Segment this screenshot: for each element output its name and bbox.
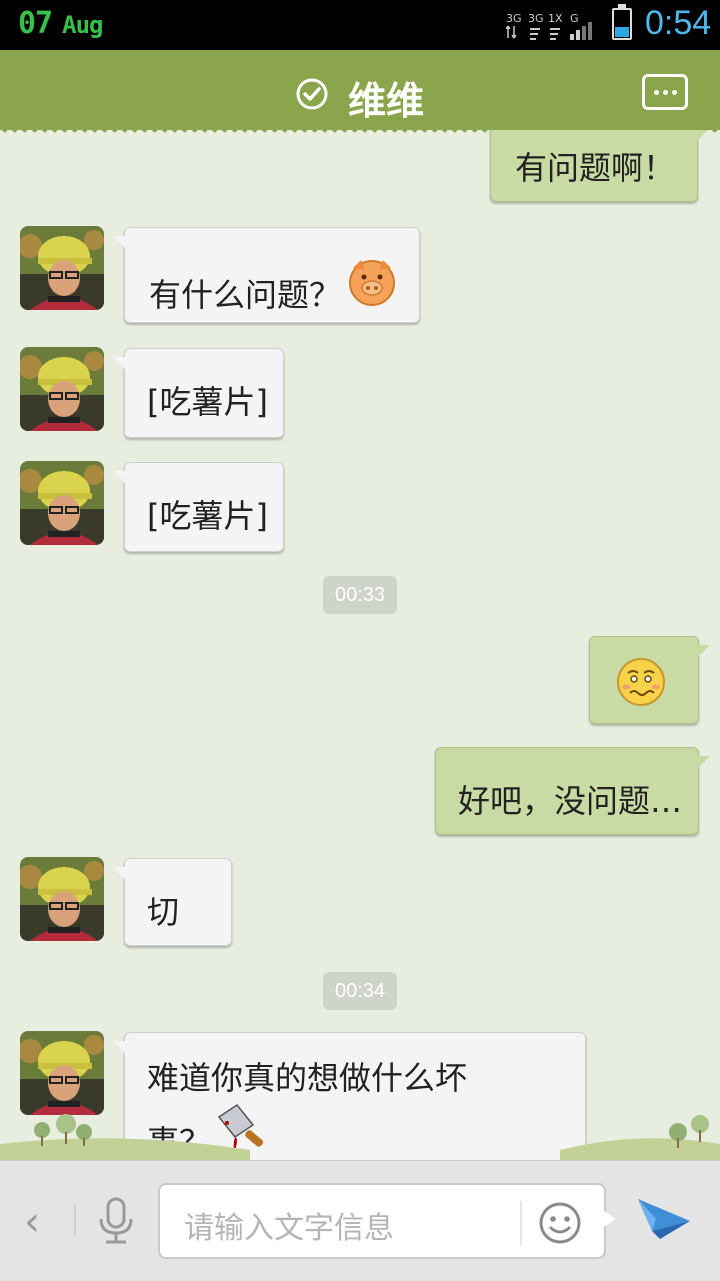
message-timestamp: 00:33 — [323, 576, 397, 614]
network-label-3: 1X — [548, 12, 563, 25]
battery-fill — [615, 27, 629, 37]
status-date-month: Aug — [62, 11, 103, 39]
message-text: [吃薯片] — [147, 383, 268, 421]
status-bar: 07 Aug 3G 3G 1X G 0:54 — [0, 0, 720, 50]
message-bubble-outgoing[interactable] — [589, 636, 710, 724]
input-bar: ‹ 请输入文字信息 — [0, 1160, 720, 1281]
more-options-icon-dot — [672, 90, 677, 95]
message-bubble-outgoing[interactable]: 有问题啊！ — [490, 130, 709, 202]
status-date: 07 Aug — [18, 6, 103, 41]
network-label-4: G — [570, 12, 579, 25]
avatar[interactable] — [20, 461, 104, 545]
smiley-icon[interactable] — [538, 1201, 582, 1245]
more-options-icon-dot — [654, 90, 659, 95]
contact-avatar-image — [20, 347, 104, 431]
contact-avatar-image — [20, 461, 104, 545]
message-bubble-incoming[interactable]: [吃薯片] — [113, 348, 284, 438]
avatar[interactable] — [20, 347, 104, 431]
divider — [520, 1201, 522, 1245]
microphone-icon[interactable] — [96, 1197, 136, 1245]
message-timestamp: 00:34 — [323, 972, 397, 1010]
message-text-line: 难道你真的想做什么坏 — [147, 1059, 468, 1097]
embarrassed-face-emoji-icon — [617, 658, 665, 706]
chevron-left-icon[interactable]: ‹ — [24, 1199, 40, 1245]
message-text: 有什么问题？ — [149, 276, 342, 314]
network-label-1: 3G — [506, 12, 522, 25]
pig-face-emoji-icon — [349, 260, 395, 306]
message-text: 切 — [147, 893, 180, 931]
chat-title: 维维 — [348, 79, 425, 123]
chat-area[interactable]: 有问题啊！ 有什么问题？ [吃薯片] [吃薯片] 00:33 好吧，没问题… 切… — [0, 130, 720, 1160]
message-bubble-incoming[interactable]: 有什么问题？ — [113, 227, 420, 323]
status-date-day: 07 — [18, 6, 53, 41]
message-bubble-outgoing[interactable]: 好吧，没问题… — [435, 747, 710, 835]
contact-avatar-image — [20, 1031, 104, 1115]
contact-avatar-image — [20, 857, 104, 941]
status-time: 0:54 — [645, 4, 712, 42]
more-options-icon-dot — [663, 90, 668, 95]
message-bubble-incoming[interactable]: [吃薯片] — [113, 462, 284, 552]
decorative-ground-scenery — [0, 1114, 720, 1160]
message-text: 有问题啊！ — [515, 149, 676, 187]
battery-icon — [612, 4, 632, 40]
divider — [74, 1205, 76, 1235]
check-circle-icon — [296, 78, 328, 110]
message-text: 好吧，没问题… — [458, 782, 683, 820]
message-text: [吃薯片] — [147, 497, 268, 535]
avatar[interactable] — [20, 857, 104, 941]
message-input-placeholder: 请输入文字信息 — [184, 1211, 394, 1246]
avatar[interactable] — [20, 1031, 104, 1115]
message-bubble-incoming[interactable]: 切 — [113, 858, 232, 946]
avatar[interactable] — [20, 226, 104, 310]
more-options-button[interactable] — [642, 74, 688, 110]
paper-plane-send-icon[interactable] — [636, 1191, 692, 1247]
network-signal-icon: 3G 3G 1X G — [506, 12, 592, 40]
network-label-2: 3G — [528, 12, 544, 25]
message-input[interactable]: 请输入文字信息 — [158, 1183, 616, 1259]
contact-avatar-image — [20, 226, 104, 310]
